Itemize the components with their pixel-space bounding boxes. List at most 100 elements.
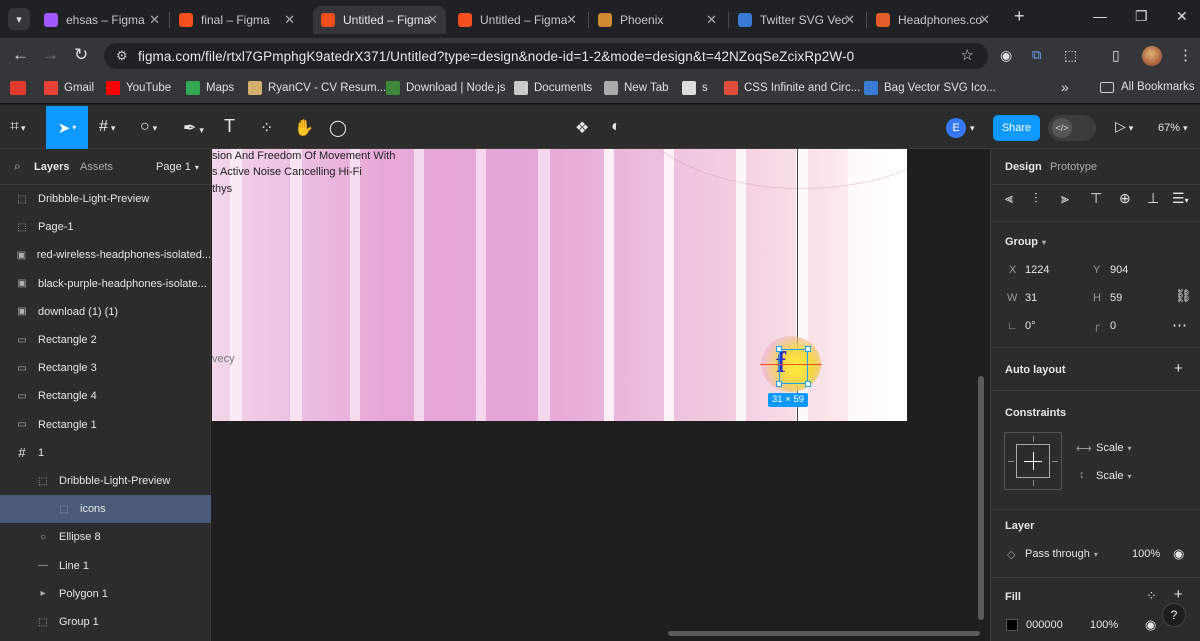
minimize-button[interactable]: — xyxy=(1093,8,1107,24)
tab-design[interactable]: Design xyxy=(1005,161,1042,173)
figma-menu-icon[interactable]: ⌗ ▾ xyxy=(10,118,26,136)
bookmark-item[interactable]: CSS Infinite and Circ... xyxy=(724,81,860,95)
maximize-button[interactable]: ❐ xyxy=(1135,8,1148,25)
layer-row[interactable]: ▭ Rectangle 4 xyxy=(0,382,211,410)
vertical-scrollbar[interactable] xyxy=(978,376,984,620)
components-icon[interactable]: ❖ xyxy=(575,118,589,138)
group-label[interactable]: Group ▾ xyxy=(1005,236,1046,248)
new-tab-button[interactable]: + xyxy=(1014,6,1025,27)
w-input[interactable]: 31 xyxy=(1025,292,1037,304)
layer-row[interactable]: ▭ Rectangle 1 xyxy=(0,411,211,439)
share-button[interactable]: Share xyxy=(993,115,1040,141)
tab-close-icon[interactable]: ✕ xyxy=(706,12,717,28)
user-avatar[interactable]: E xyxy=(946,118,966,138)
tab-close-icon[interactable]: ✕ xyxy=(844,12,855,28)
layer-row[interactable]: ⬚ Dribbble-Light-Preview xyxy=(0,467,211,495)
layer-row[interactable]: ⬚ Dribbble-Light-Preview xyxy=(0,185,211,213)
resources-icon[interactable]: ⁘ xyxy=(260,118,273,138)
profile-avatar[interactable] xyxy=(1142,46,1162,66)
present-icon[interactable]: ▷ ▾ xyxy=(1115,118,1133,135)
fill-hex-input[interactable]: 000000 xyxy=(1026,619,1063,631)
back-icon[interactable]: ← xyxy=(12,45,29,65)
bookmark-item[interactable]: Maps xyxy=(186,81,234,95)
tab-assets[interactable]: Assets xyxy=(80,161,113,173)
fill-swatch[interactable] xyxy=(1006,619,1018,631)
bookmark-item[interactable]: Documents xyxy=(514,81,592,95)
tab-prototype[interactable]: Prototype xyxy=(1050,161,1097,173)
layer-row[interactable]: ⬚ Group 1 xyxy=(0,608,211,636)
menu-icon[interactable]: ⋮ xyxy=(1178,46,1193,64)
horizontal-scrollbar[interactable] xyxy=(668,631,980,636)
browser-tab[interactable]: Headphones.com✕ xyxy=(868,6,998,34)
add-fill-icon[interactable]: + xyxy=(1174,586,1183,603)
selection-handle[interactable] xyxy=(805,381,811,387)
hand-tool-icon[interactable]: ✋ xyxy=(294,118,314,138)
layer-row[interactable]: ▣ download (1) (1) xyxy=(0,298,211,326)
more-options-icon[interactable]: ⋯ xyxy=(1172,316,1187,334)
align-top-icon[interactable]: ⊤ xyxy=(1090,190,1102,207)
fill-opacity-input[interactable]: 100% xyxy=(1090,619,1118,631)
align-center-h-icon[interactable]: ⫶ xyxy=(1034,190,1038,207)
layer-row[interactable]: ○ Ellipse 8 xyxy=(0,523,211,551)
reload-icon[interactable]: ↻ xyxy=(74,45,88,65)
horizontal-constraint-select[interactable]: Scale ▾ xyxy=(1096,442,1132,454)
fill-visibility-icon[interactable]: ◉ xyxy=(1145,617,1156,633)
layer-row[interactable]: ▭ Rectangle 3 xyxy=(0,354,211,382)
constraints-widget[interactable] xyxy=(1004,432,1062,490)
sidepanel-icon[interactable]: ▯ xyxy=(1112,47,1120,64)
close-window-button[interactable]: ✕ xyxy=(1176,8,1188,25)
selection-handle[interactable] xyxy=(805,346,811,352)
bookmark-item[interactable]: s xyxy=(682,81,708,95)
tab-close-icon[interactable]: ✕ xyxy=(149,12,160,28)
comment-tool-icon[interactable]: ◯ xyxy=(329,118,347,138)
site-info-icon[interactable]: ⚙ xyxy=(116,48,128,64)
search-icon[interactable]: ⌕ xyxy=(14,159,21,174)
address-bar[interactable]: ⚙ figma.com/file/rtxl7GPmphgK9atedrX371/… xyxy=(104,43,988,69)
layer-row[interactable]: ▭ Rectangle 2 xyxy=(0,326,211,354)
pen-tool-icon[interactable]: ✒ ▾ xyxy=(183,118,204,138)
vertical-constraint-select[interactable]: Scale ▾ xyxy=(1096,470,1132,482)
avatar-chevron-icon[interactable]: ▾ xyxy=(970,123,975,134)
tab-search-button[interactable]: ▾ xyxy=(8,8,30,30)
tab-layers[interactable]: Layers xyxy=(34,161,69,173)
bookmark-star-icon[interactable]: ☆ xyxy=(960,46,974,64)
selection-handle[interactable] xyxy=(776,381,782,387)
page-selector[interactable]: Page 1 ▾ xyxy=(156,161,199,173)
bookmark-item[interactable]: Gmail xyxy=(44,81,94,95)
shape-tool-icon[interactable]: ○ ▾ xyxy=(140,118,157,136)
align-right-icon[interactable]: ⫸ xyxy=(1061,190,1069,207)
layer-row[interactable]: ▣ black-purple-headphones-isolate... xyxy=(0,270,211,298)
x-input[interactable]: 1224 xyxy=(1025,264,1049,276)
more-bookmarks[interactable]: » xyxy=(1061,79,1069,95)
zoom-level[interactable]: 67% ▾ xyxy=(1158,122,1188,134)
layer-opacity-input[interactable]: 100% xyxy=(1132,548,1160,560)
constrain-proportions-icon[interactable]: ⛓ xyxy=(1175,288,1192,304)
bookmark-item[interactable]: New Tab xyxy=(604,81,669,95)
tab-close-icon[interactable]: ✕ xyxy=(566,12,577,28)
blend-mode-select[interactable]: Pass through ▾ xyxy=(1025,548,1098,560)
browser-tab[interactable]: ehsas – Figma ✕ xyxy=(36,6,168,34)
tab-close-icon[interactable]: ✕ xyxy=(427,12,438,28)
mask-icon[interactable]: ◐ xyxy=(611,118,621,136)
layer-row[interactable]: ▸ Polygon 1 xyxy=(0,580,211,608)
browser-tab[interactable]: final – Figma ✕ xyxy=(171,6,303,34)
layer-row[interactable]: ⬚ Page-1 xyxy=(0,213,211,241)
bookmark-item[interactable]: Download | Node.js xyxy=(386,81,506,95)
bookmark-item[interactable]: YouTube xyxy=(106,81,171,95)
tab-close-icon[interactable]: ✕ xyxy=(284,12,295,28)
apps-icon[interactable] xyxy=(10,81,26,95)
distribute-icon[interactable]: ☰▾ xyxy=(1172,190,1189,207)
help-button[interactable]: ? xyxy=(1162,603,1186,627)
align-bottom-icon[interactable]: ⊥ xyxy=(1147,190,1159,207)
layer-row[interactable]: — Line 1 xyxy=(0,552,211,580)
all-bookmarks[interactable]: All Bookmarks xyxy=(1100,81,1195,93)
bookmark-item[interactable]: Bag Vector SVG Ico... xyxy=(864,81,996,95)
frame-tool-icon[interactable]: # ▾ xyxy=(99,118,115,136)
rotation-input[interactable]: 0° xyxy=(1025,320,1036,332)
extensions-icon[interactable]: ⬚ xyxy=(1064,47,1077,64)
layer-visibility-icon[interactable]: ◉ xyxy=(1173,546,1184,562)
layer-row[interactable]: ⬚ icons xyxy=(0,495,211,524)
h-input[interactable]: 59 xyxy=(1110,292,1122,304)
browser-tab[interactable]: Phoenix ✕ xyxy=(590,6,725,34)
move-tool-button[interactable]: ➤ ▾ xyxy=(46,106,88,149)
